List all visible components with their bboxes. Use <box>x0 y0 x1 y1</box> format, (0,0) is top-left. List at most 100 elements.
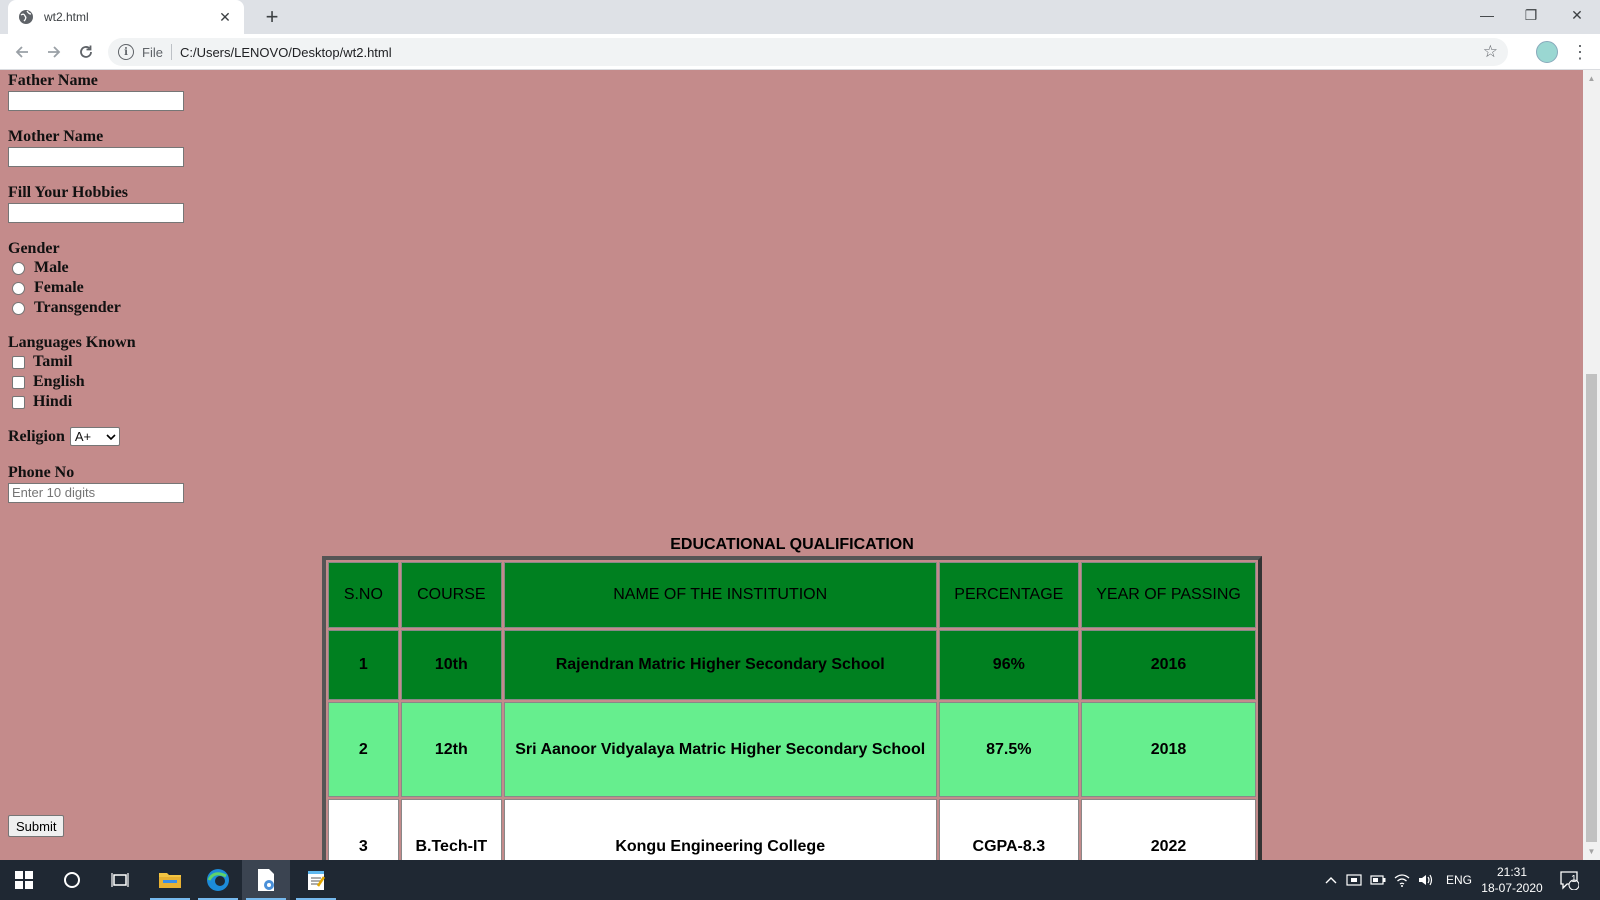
bookmark-star-icon[interactable]: ☆ <box>1483 42 1498 62</box>
cell-institution: Rajendran Matric Higher Secondary School <box>503 630 937 701</box>
file-explorer-icon[interactable] <box>146 860 194 900</box>
gender-option-female[interactable]: Female <box>12 279 84 297</box>
header-course: COURSE <box>400 562 502 628</box>
reload-icon[interactable] <box>74 40 98 64</box>
forward-arrow-icon[interactable] <box>42 40 66 64</box>
cell-sno: 2 <box>328 702 399 798</box>
religion-row: Religion A+ <box>8 427 120 446</box>
english-label: English <box>33 373 85 390</box>
cell-institution: Sri Aanoor Vidyalaya Matric Higher Secon… <box>503 702 937 798</box>
language-option-tamil[interactable]: Tamil <box>12 353 72 371</box>
cell-percentage: 96% <box>938 630 1080 701</box>
female-radio[interactable] <box>12 281 25 295</box>
tamil-label: Tamil <box>33 353 73 370</box>
cell-year: 2018 <box>1081 702 1256 798</box>
edge-browser-icon[interactable] <box>194 860 242 900</box>
cell-course: 10th <box>400 630 502 701</box>
notification-count: 1 <box>1571 874 1577 885</box>
close-tab-icon[interactable]: ✕ <box>216 9 234 26</box>
search-circle-icon[interactable] <box>48 860 96 900</box>
education-table: S.NO COURSE NAME OF THE INSTITUTION PERC… <box>326 560 1258 860</box>
clock-date: 18-07-2020 <box>1481 881 1543 895</box>
globe-icon <box>19 10 33 24</box>
volume-icon[interactable] <box>1418 860 1434 900</box>
male-label: Male <box>34 259 69 276</box>
hindi-label: Hindi <box>33 393 73 410</box>
gender-option-transgender[interactable]: Transgender <box>12 299 121 317</box>
info-icon[interactable]: i <box>118 44 134 60</box>
chevron-down-icon <box>106 433 116 440</box>
father-name-input[interactable] <box>8 91 184 111</box>
language-option-hindi[interactable]: Hindi <box>12 393 72 411</box>
browser-tab[interactable]: wt2.html ✕ <box>8 0 244 34</box>
omnibox-divider <box>170 44 172 60</box>
notepad-icon[interactable] <box>292 860 340 900</box>
table-row: 3 B.Tech-IT Kongu Engineering College CG… <box>328 799 1256 860</box>
female-label: Female <box>34 279 84 296</box>
tray-chevron-icon[interactable] <box>1324 860 1338 900</box>
url-scheme-label: File <box>142 44 163 60</box>
hobbies-input[interactable] <box>8 203 184 223</box>
english-checkbox[interactable] <box>12 375 25 389</box>
security-icon[interactable] <box>1346 860 1362 900</box>
minimize-icon[interactable]: — <box>1464 0 1510 30</box>
hindi-checkbox[interactable] <box>12 395 25 409</box>
mother-name-input[interactable] <box>8 147 184 167</box>
new-tab-button[interactable]: + <box>260 5 284 29</box>
input-language-label[interactable]: ENG <box>1446 860 1472 900</box>
cell-percentage: 87.5% <box>938 702 1080 798</box>
restore-icon[interactable]: ❐ <box>1508 0 1554 30</box>
cell-sno: 1 <box>328 630 399 701</box>
profile-avatar[interactable] <box>1536 41 1558 63</box>
transgender-radio[interactable] <box>12 301 25 315</box>
clock-time: 21:31 <box>1496 865 1528 879</box>
scrollbar-thumb[interactable] <box>1586 374 1597 842</box>
task-view-icon[interactable] <box>96 860 144 900</box>
address-bar[interactable]: i File C:/Users/LENOVO/Desktop/wt2.html … <box>108 38 1508 66</box>
header-institution: NAME OF THE INSTITUTION <box>503 562 937 628</box>
table-header-row: S.NO COURSE NAME OF THE INSTITUTION PERC… <box>328 562 1256 628</box>
header-year: YEAR OF PASSING <box>1081 562 1256 628</box>
submit-button[interactable]: Submit <box>8 815 65 837</box>
scroll-up-icon[interactable]: ▲ <box>1583 70 1600 87</box>
browser-menu-icon[interactable]: ⋮ <box>1570 40 1590 64</box>
close-window-icon[interactable]: ✕ <box>1554 0 1600 30</box>
mother-name-label: Mother Name <box>8 128 104 145</box>
education-table-frame: S.NO COURSE NAME OF THE INSTITUTION PERC… <box>322 556 1262 860</box>
windows-taskbar: ENG 21:31 18-07-2020 1 <box>0 860 1600 900</box>
cell-course: 12th <box>400 702 502 798</box>
cell-percentage: CGPA-8.3 <box>938 799 1080 860</box>
cell-year: 2016 <box>1081 630 1256 701</box>
browser-tab-strip: wt2.html ✕ + — ❐ ✕ <box>0 0 1600 34</box>
languages-label: Languages Known <box>8 334 136 351</box>
gender-label: Gender <box>8 240 60 257</box>
action-center-icon[interactable]: 1 <box>1554 860 1584 900</box>
male-radio[interactable] <box>12 261 25 275</box>
phone-input[interactable]: Enter 10 digits <box>8 483 184 503</box>
religion-select[interactable]: A+ <box>69 427 120 446</box>
cell-course: B.Tech-IT <box>400 799 502 860</box>
language-option-english[interactable]: English <box>12 373 85 391</box>
taskbar-clock[interactable]: 21:31 18-07-2020 <box>1478 864 1546 896</box>
scroll-down-icon[interactable]: ▼ <box>1583 843 1600 860</box>
table-row: 2 12th Sri Aanoor Vidyalaya Matric Highe… <box>328 702 1256 798</box>
chrome-document-icon[interactable] <box>242 860 290 900</box>
religion-selected-value: A+ <box>74 429 92 444</box>
table-row: 1 10th Rajendran Matric Higher Secondary… <box>328 630 1256 701</box>
tamil-checkbox[interactable] <box>12 355 25 369</box>
page-viewport: Father Name Mother Name Fill Your Hobbie… <box>0 70 1583 860</box>
windows-start-icon[interactable] <box>0 860 48 900</box>
wifi-icon[interactable] <box>1394 860 1410 900</box>
url-text[interactable]: C:/Users/LENOVO/Desktop/wt2.html <box>180 45 1483 60</box>
cell-sno: 3 <box>328 799 399 860</box>
header-percentage: PERCENTAGE <box>938 562 1080 628</box>
back-arrow-icon[interactable] <box>10 40 34 64</box>
gender-option-male[interactable]: Male <box>12 259 69 277</box>
tab-title: wt2.html <box>44 10 89 24</box>
education-caption: EDUCATIONAL QUALIFICATION <box>670 536 914 553</box>
page-scrollbar[interactable]: ▲ ▼ <box>1583 70 1600 860</box>
cell-year: 2022 <box>1081 799 1256 860</box>
religion-label: Religion <box>8 427 65 445</box>
father-name-label: Father Name <box>8 72 98 89</box>
battery-icon[interactable] <box>1370 860 1386 900</box>
